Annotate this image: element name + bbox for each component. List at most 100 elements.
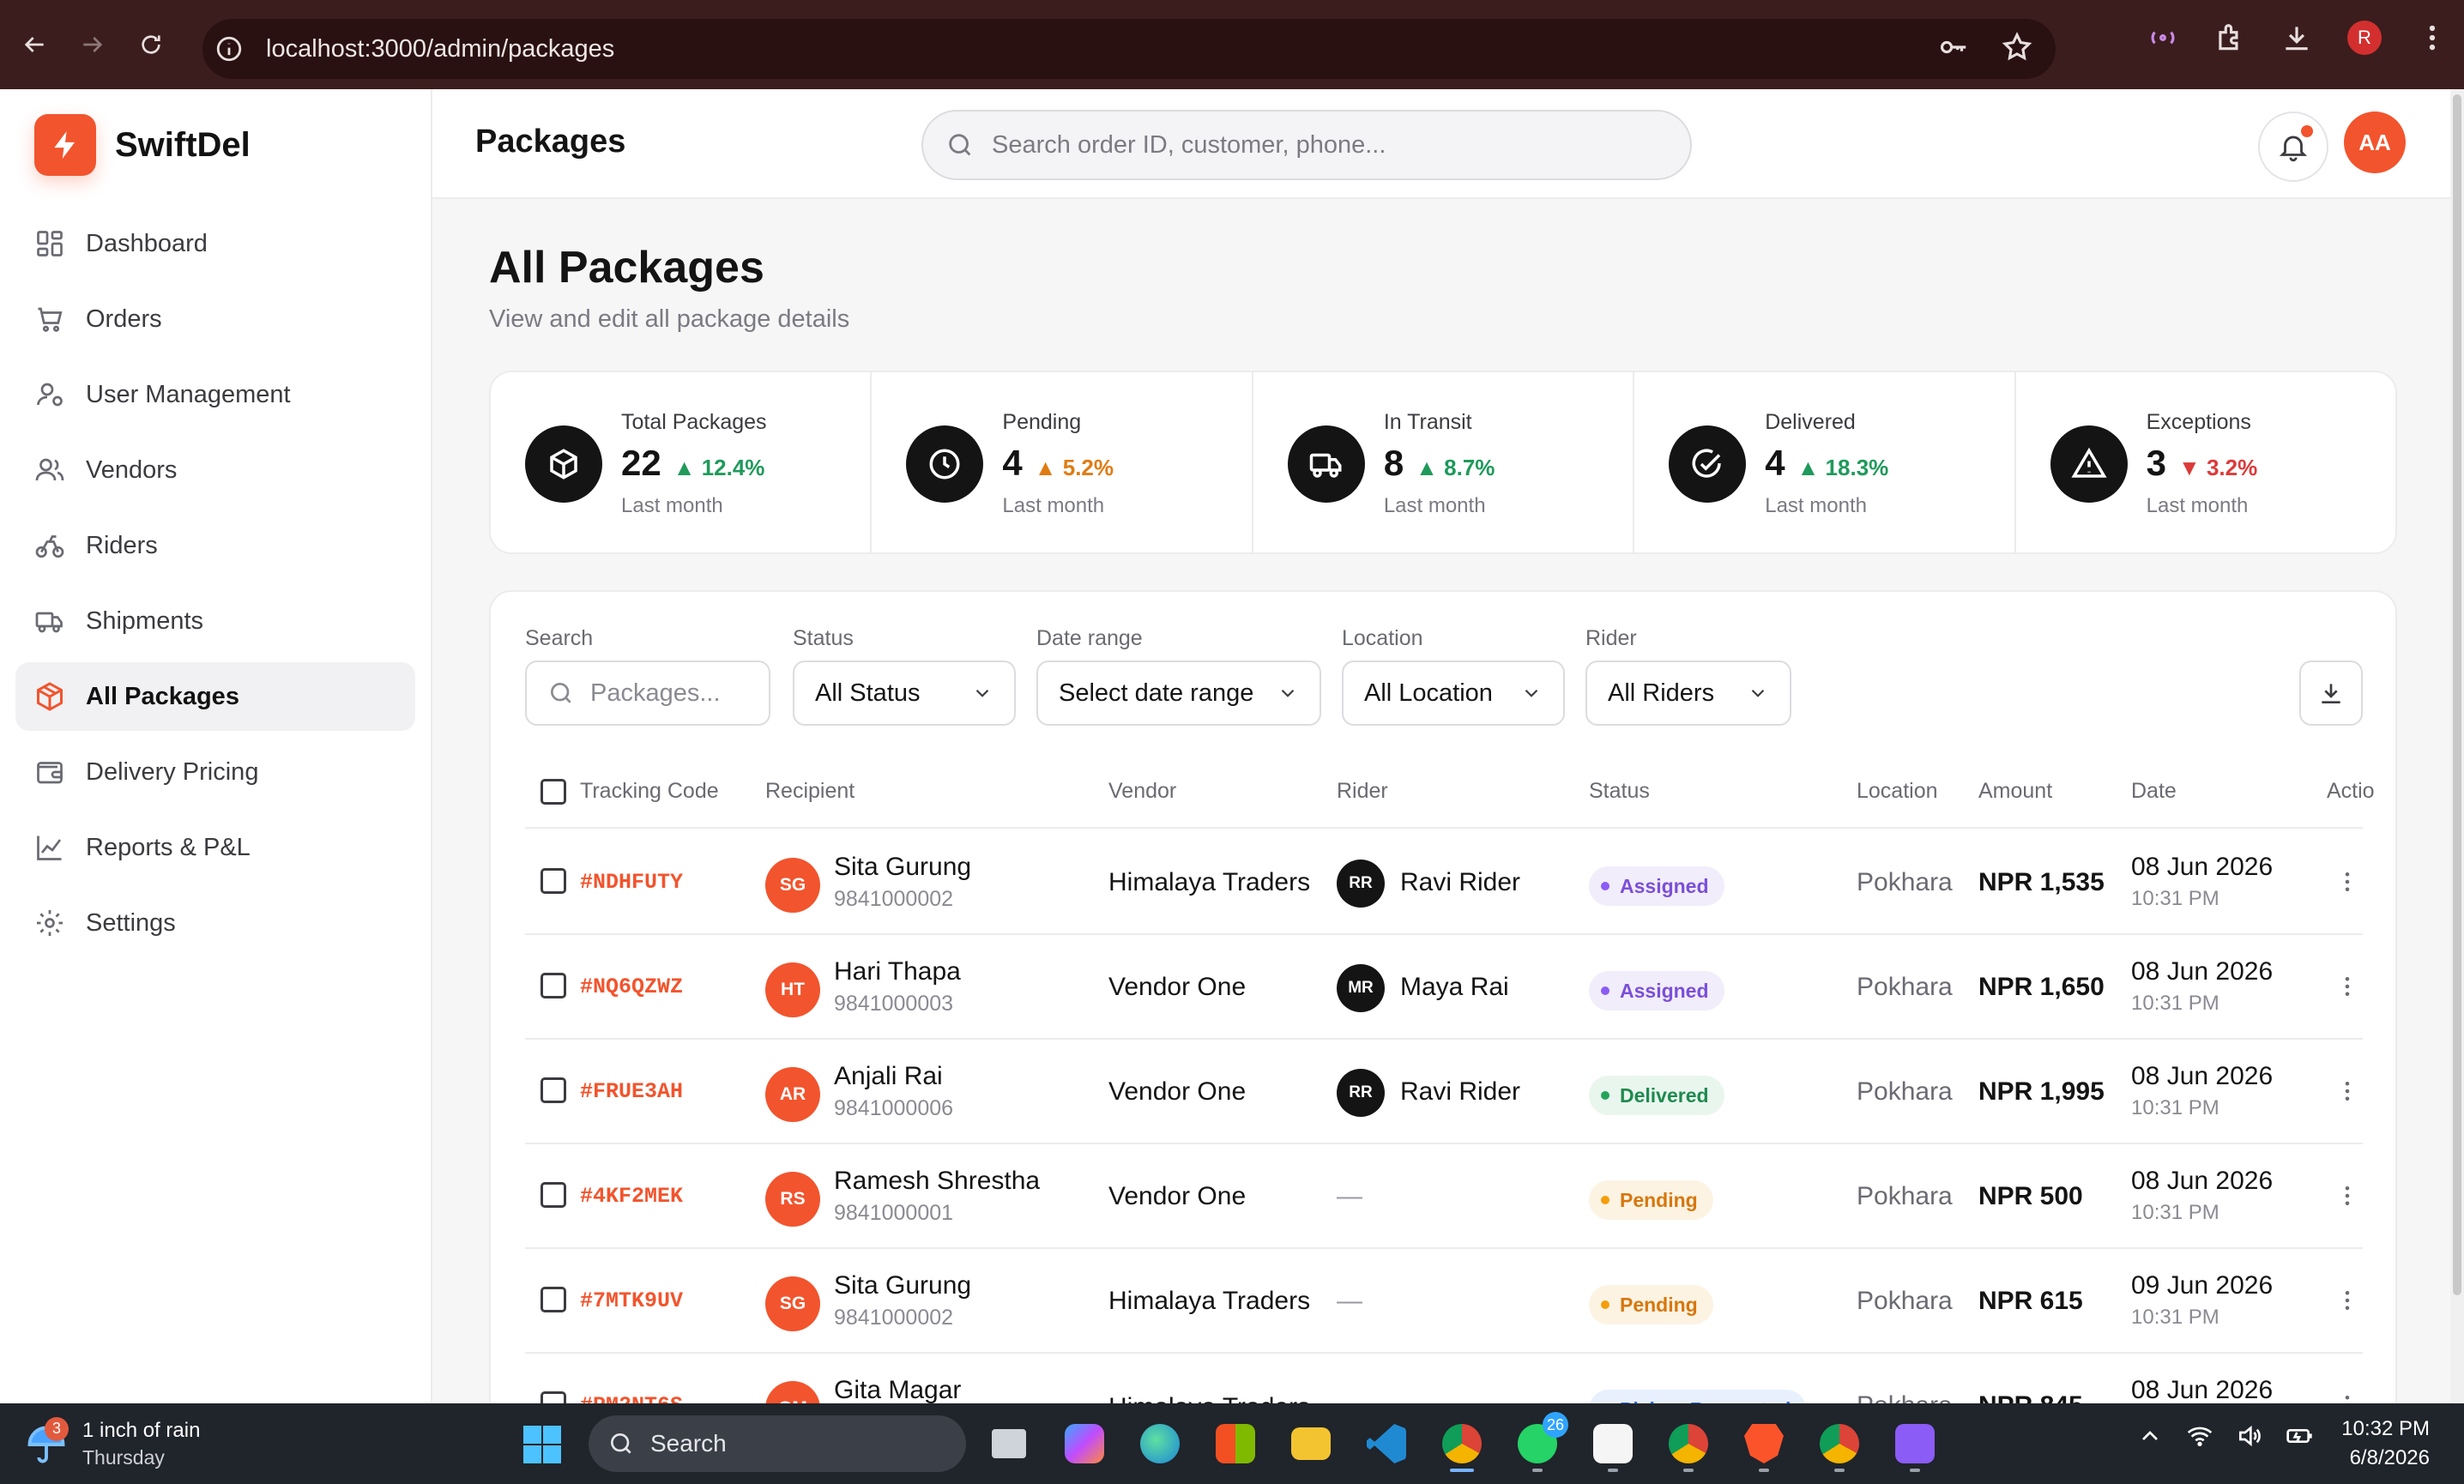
sidebar-item-orders[interactable]: Orders bbox=[15, 285, 415, 353]
notifications-button[interactable] bbox=[2258, 112, 2328, 182]
user-avatar[interactable]: AA bbox=[2344, 112, 2406, 173]
row-actions-button[interactable] bbox=[2330, 1074, 2364, 1108]
recipient-avatar: SG bbox=[765, 858, 820, 913]
media-cast-icon[interactable] bbox=[2147, 21, 2179, 54]
url-text[interactable]: localhost:3000/admin/packages bbox=[266, 35, 614, 63]
chrome-profile-2-icon[interactable] bbox=[1814, 1415, 1865, 1472]
row-actions-button[interactable] bbox=[2330, 1179, 2364, 1213]
export-button[interactable] bbox=[2299, 661, 2363, 726]
row-actions-button[interactable] bbox=[2330, 865, 2364, 899]
edge-icon[interactable] bbox=[1134, 1415, 1186, 1472]
global-search-input[interactable] bbox=[992, 130, 1661, 160]
column-header[interactable]: Tracking Code bbox=[580, 779, 719, 804]
global-search[interactable] bbox=[921, 110, 1692, 180]
task-view-icon[interactable] bbox=[983, 1415, 1035, 1472]
column-header[interactable]: Recipient bbox=[765, 779, 855, 804]
sidebar-item-delivery-pricing[interactable]: Delivery Pricing bbox=[15, 738, 415, 806]
extensions-icon[interactable] bbox=[2213, 21, 2246, 54]
column-header[interactable]: Amount bbox=[1978, 779, 2052, 804]
forward-button[interactable] bbox=[69, 21, 117, 69]
volume-icon[interactable] bbox=[2236, 1422, 2263, 1450]
row-checkbox[interactable] bbox=[541, 1077, 566, 1103]
brand[interactable]: SwiftDel bbox=[0, 89, 431, 201]
table-row[interactable]: #NDHFUTY SG Sita Gurung 9841000002 Himal… bbox=[525, 830, 2363, 935]
rider-select[interactable]: All Riders bbox=[1585, 661, 1791, 726]
windows-start-icon[interactable] bbox=[522, 1424, 563, 1465]
row-checkbox[interactable] bbox=[541, 973, 566, 998]
stat-total-packages: Total Packages 22 ▲ 12.4% Last month bbox=[491, 372, 873, 552]
recipient-phone: 9841000006 bbox=[834, 1096, 954, 1120]
wifi-icon[interactable] bbox=[2186, 1422, 2213, 1450]
copilot-icon[interactable] bbox=[1059, 1415, 1110, 1472]
back-button[interactable] bbox=[10, 21, 58, 69]
column-header[interactable]: Vendor bbox=[1108, 779, 1176, 804]
file-explorer-icon[interactable] bbox=[1285, 1415, 1337, 1472]
table-row[interactable]: #4KF2MEK RS Ramesh Shrestha 9841000001 V… bbox=[525, 1144, 2363, 1249]
bookmark-star-icon[interactable] bbox=[2001, 31, 2033, 63]
select-all-checkbox[interactable] bbox=[541, 779, 566, 805]
chrome-icon[interactable] bbox=[1436, 1415, 1488, 1472]
browser-menu-icon[interactable] bbox=[2416, 21, 2449, 54]
weather-widget[interactable]: 3 1 inch of rain Thursday bbox=[24, 1416, 200, 1469]
recipient-name: Gita Magar bbox=[834, 1376, 962, 1404]
battery-icon[interactable] bbox=[2286, 1422, 2313, 1450]
sidebar-item-shipments[interactable]: Shipments bbox=[15, 587, 415, 655]
column-header[interactable]: Location bbox=[1857, 779, 1938, 804]
brave-icon[interactable] bbox=[1738, 1415, 1790, 1472]
running-indicator bbox=[1532, 1469, 1543, 1472]
table-header: Tracking Code Recipient Vendor Rider Sta… bbox=[525, 760, 2375, 829]
row-checkbox[interactable] bbox=[541, 1287, 566, 1312]
browser-profile-avatar[interactable]: R bbox=[2347, 21, 2382, 55]
stat-label: Total Packages bbox=[621, 410, 767, 434]
chrome-profile-icon[interactable] bbox=[1663, 1415, 1714, 1472]
system-clock[interactable]: 10:32 PM 6/8/2026 bbox=[2341, 1417, 2430, 1470]
recipient-phone: 9841000003 bbox=[834, 992, 954, 1016]
row-actions-button[interactable] bbox=[2330, 969, 2364, 1004]
tracking-code[interactable]: #4KF2MEK bbox=[580, 1184, 683, 1209]
app-icon[interactable] bbox=[1587, 1415, 1639, 1472]
sidebar-item-reports[interactable]: Reports & P&L bbox=[15, 813, 415, 882]
table-row[interactable]: #NQ6QZWZ HT Hari Thapa 9841000003 Vendor… bbox=[525, 935, 2363, 1040]
tracking-code[interactable]: #7MTK9UV bbox=[580, 1288, 683, 1313]
tracking-code[interactable]: #NQ6QZWZ bbox=[580, 974, 683, 999]
sidebar-item-dashboard[interactable]: Dashboard bbox=[15, 209, 415, 278]
sidebar-item-all-packages[interactable]: All Packages bbox=[15, 662, 415, 731]
sidebar-item-label: Dashboard bbox=[86, 229, 208, 257]
tracking-code[interactable]: #NDHFUTY bbox=[580, 870, 683, 895]
sidebar-item-settings[interactable]: Settings bbox=[15, 889, 415, 957]
sidebar-item-user-management[interactable]: User Management bbox=[15, 360, 415, 429]
row-actions-button[interactable] bbox=[2330, 1283, 2364, 1318]
whatsapp-icon[interactable]: 26 bbox=[1512, 1412, 1568, 1472]
table-row[interactable]: #7MTK9UV SG Sita Gurung 9841000002 Himal… bbox=[525, 1249, 2363, 1354]
row-checkbox[interactable] bbox=[541, 868, 566, 894]
date-range-select[interactable]: Select date range bbox=[1036, 661, 1321, 726]
location-select[interactable]: All Location bbox=[1342, 661, 1565, 726]
address-bar[interactable]: localhost:3000/admin/packages bbox=[202, 19, 2056, 79]
site-info-icon[interactable] bbox=[214, 34, 244, 63]
download-icon[interactable] bbox=[2280, 21, 2313, 54]
table-row[interactable]: #FRUE3AH AR Anjali Rai 9841000006 Vendor… bbox=[525, 1040, 2363, 1144]
row-checkbox[interactable] bbox=[541, 1182, 566, 1208]
status-badge: Delivered bbox=[1589, 1076, 1724, 1115]
row-date: 08 Jun 2026 bbox=[2131, 957, 2274, 986]
reload-button[interactable] bbox=[127, 21, 175, 69]
chevron-down-icon bbox=[1281, 689, 1295, 697]
column-header[interactable]: Date bbox=[2131, 779, 2177, 804]
column-header[interactable]: Status bbox=[1589, 779, 1650, 804]
key-icon[interactable] bbox=[1937, 31, 1970, 63]
chevron-up-icon[interactable] bbox=[2136, 1422, 2164, 1450]
sidebar-item-vendors[interactable]: Vendors bbox=[15, 436, 415, 504]
page-scrollbar-thumb[interactable] bbox=[2453, 94, 2461, 1295]
cart-icon bbox=[38, 307, 63, 332]
vscode-icon[interactable] bbox=[1361, 1415, 1412, 1472]
store-icon[interactable] bbox=[1210, 1415, 1261, 1472]
ghost-app-icon[interactable] bbox=[1889, 1415, 1941, 1472]
recipient-avatar: HT bbox=[765, 962, 820, 1017]
tracking-code[interactable]: #FRUE3AH bbox=[580, 1079, 683, 1104]
status-select[interactable]: All Status bbox=[793, 661, 1016, 726]
package-search-field[interactable]: Packages... bbox=[525, 661, 770, 726]
column-header[interactable]: Rider bbox=[1337, 779, 1388, 804]
taskbar-search[interactable]: Search bbox=[589, 1415, 966, 1472]
sidebar-item-riders[interactable]: Riders bbox=[15, 511, 415, 580]
sidebar-item-label: Delivery Pricing bbox=[86, 757, 259, 786]
